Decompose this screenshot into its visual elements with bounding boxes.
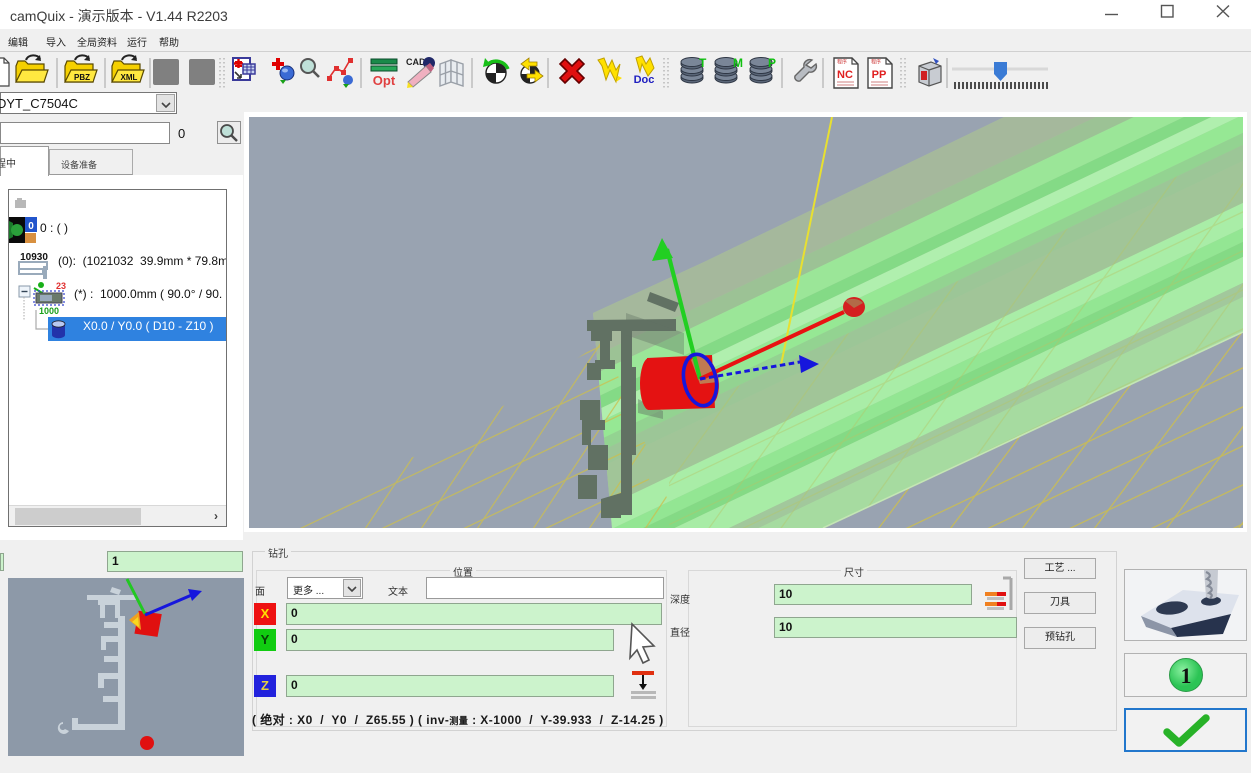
svg-text:1000: 1000: [39, 306, 59, 316]
svg-text:CAD: CAD: [406, 57, 426, 67]
svg-text:1: 1: [1181, 663, 1192, 688]
svg-text:Opt: Opt: [373, 73, 396, 88]
svg-text:T: T: [699, 56, 707, 70]
svg-text:XML: XML: [121, 73, 138, 82]
svg-text:程序: 程序: [837, 59, 847, 66]
svg-text:P: P: [768, 56, 776, 70]
svg-text:程序: 程序: [871, 59, 881, 66]
svg-text:0: 0: [28, 221, 34, 232]
svg-text:PP: PP: [872, 69, 887, 81]
svg-text:23: 23: [56, 281, 66, 291]
svg-text:Doc: Doc: [634, 74, 655, 86]
svg-text:NC: NC: [837, 69, 853, 81]
svg-text:PBZ: PBZ: [74, 73, 90, 82]
svg-text:M: M: [733, 56, 743, 70]
